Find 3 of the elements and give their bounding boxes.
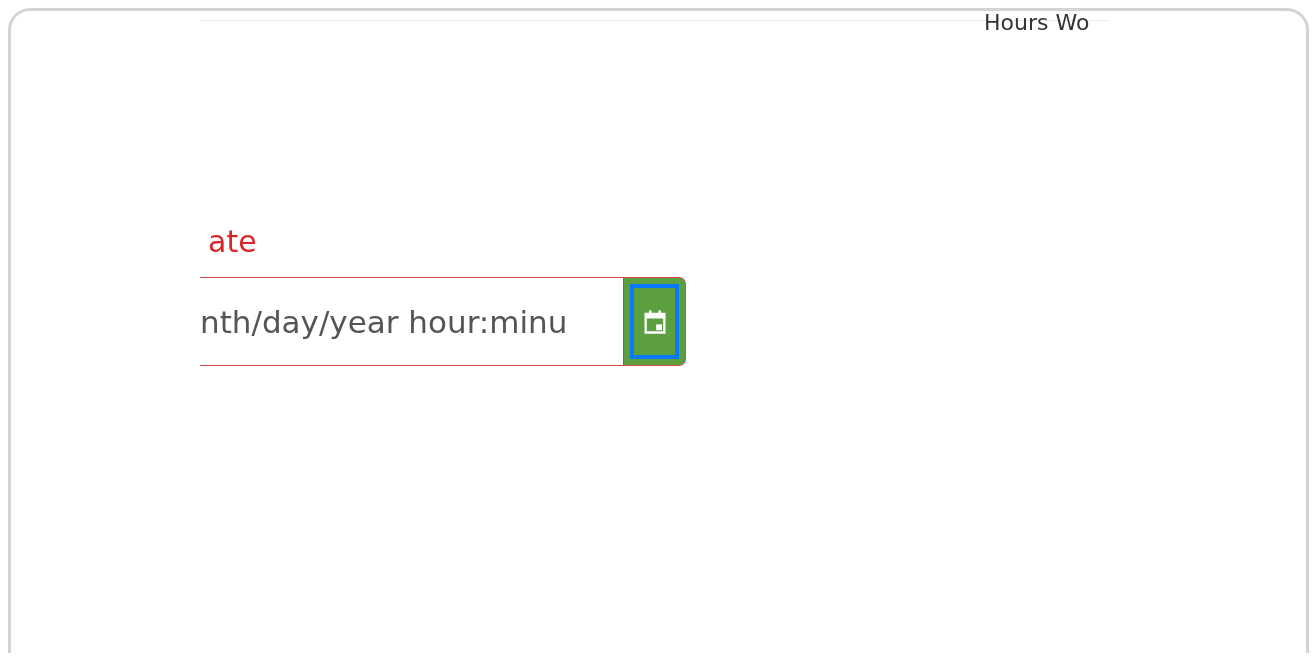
column-header: Hours Wo xyxy=(984,12,1090,34)
field-label: ate xyxy=(208,224,257,259)
calendar-button[interactable] xyxy=(623,278,685,365)
